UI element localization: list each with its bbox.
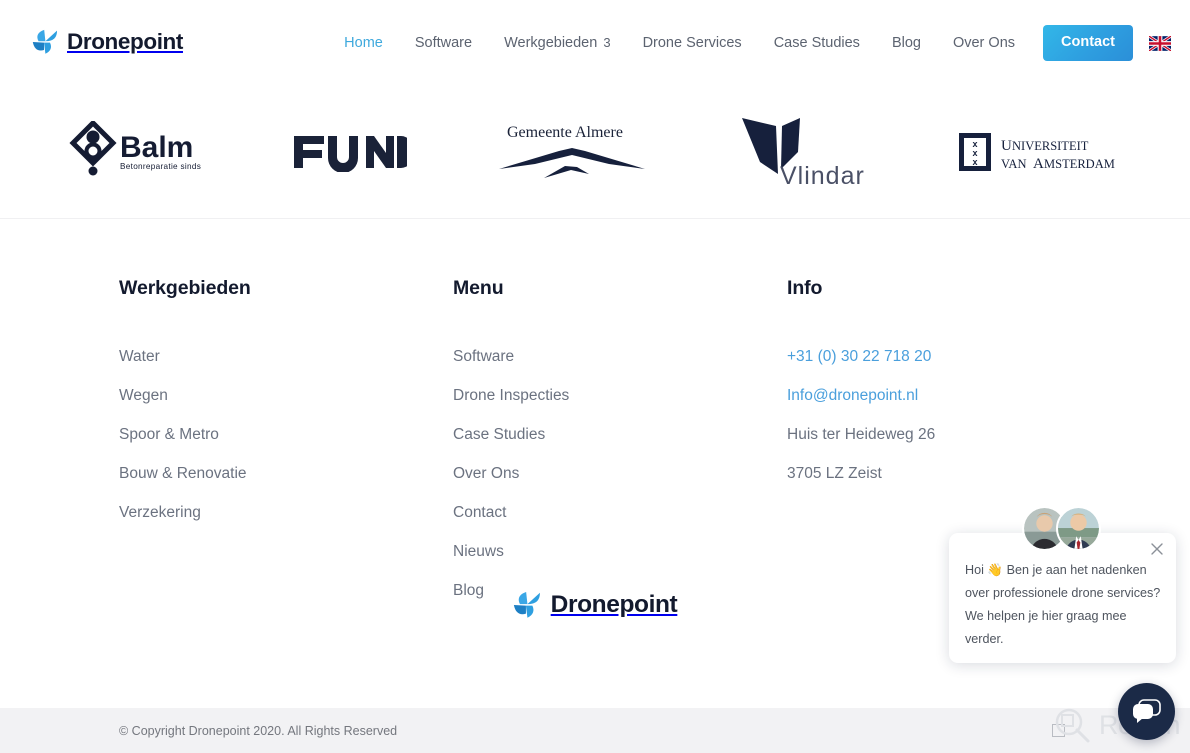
close-icon[interactable] [1147,539,1167,559]
uk-flag-icon[interactable] [1148,34,1172,52]
site-logo[interactable]: Dronepoint [32,29,183,55]
chat-agent-avatars [1022,506,1101,551]
nav-label: Home [344,35,383,51]
footer-link-nieuws[interactable]: Nieuws [453,542,504,563]
primary-nav: Home Software Werkgebieden 3 Drone Servic… [328,0,1175,86]
footer-link-contact[interactable]: Contact [453,503,506,524]
site-header: Dronepoint Home Software Werkgebieden 3 D… [0,0,1190,86]
bottom-bar: © Copyright Dronepoint 2020. All Rights … [0,708,1190,753]
svg-text:x: x [972,157,977,167]
svg-text:U: U [1001,138,1012,154]
list-item: Case Studies [453,425,787,446]
footer-link-bouw-renovatie[interactable]: Bouw & Renovatie [119,464,247,485]
svg-text:Gemeente Almere: Gemeente Almere [507,124,623,141]
agent-avatar-2 [1056,506,1101,551]
client-logo-gemeente-almere: Gemeente Almere [497,112,647,192]
list-item: Spoor & Metro [119,425,453,446]
list-item: +31 (0) 30 22 718 20 [787,347,1079,368]
contact-button[interactable]: Contact [1043,25,1133,61]
footer-column-title: Info [787,277,823,299]
footer-link-case-studies[interactable]: Case Studies [453,425,545,446]
nav-item-over-ons[interactable]: Over Ons [937,0,1031,86]
nav-item-blog[interactable]: Blog [876,0,937,86]
list-item: Info@dronepoint.nl [787,386,1079,407]
list-item: Verzekering [119,503,453,524]
nav-item-werkgebieden[interactable]: Werkgebieden 3 [488,0,626,86]
copyright-text: © Copyright Dronepoint 2020. All Rights … [119,723,398,738]
footer-phone-link[interactable]: +31 (0) 30 22 718 20 [787,347,931,368]
svg-text:NIVERSITEIT: NIVERSITEIT [1012,139,1089,153]
footer-link-list: Water Wegen Spoor & Metro Bouw & Renovat… [119,347,453,524]
nav-item-software[interactable]: Software [399,0,488,86]
nav-item-home[interactable]: Home [328,0,399,86]
client-logo-vlindar: Vlindar [736,112,868,192]
list-item: Contact [453,503,787,524]
list-item: Software [453,347,787,368]
chevron-down-icon: 3 [603,35,611,50]
svg-text:VAN: VAN [1001,157,1026,171]
footer-link-water[interactable]: Water [119,347,160,368]
footer-address-street: Huis ter Heideweg 26 [787,425,936,443]
footer-column-menu: Menu Software Drone Inspecties Case Stud… [453,277,787,601]
client-logo-uva: xxx U NIVERSITEIT VAN A MSTERDAM [957,112,1122,192]
svg-text:Balm: Balm [120,131,193,164]
svg-text:Vlindar: Vlindar [780,162,865,190]
nav-label: Case Studies [773,35,860,51]
footer-link-software[interactable]: Software [453,347,514,368]
logo-wordmark: Dronepoint [67,28,183,54]
list-item: Water [119,347,453,368]
footer-column-title: Werkgebieden [119,277,251,299]
footer-link-drone-inspecties[interactable]: Drone Inspecties [453,386,569,407]
chat-greeting-message: Hoi 👋 Ben je aan het nadenken over profe… [965,563,1161,646]
footer-column-werkgebieden: Werkgebieden Water Wegen Spoor & Metro B… [119,277,453,601]
svg-text:Betonreparatie sinds 1962: Betonreparatie sinds 1962 [120,162,203,171]
dronepoint-propeller-icon [513,591,540,618]
svg-text:MSTERDAM: MSTERDAM [1044,157,1115,171]
dronepoint-propeller-icon [32,29,57,54]
footer-logo-wordmark: Dronepoint [550,590,678,618]
nav-label: Software [414,35,473,51]
footer-column-title: Menu [453,277,504,299]
footer-link-verzekering[interactable]: Verzekering [119,503,201,524]
footer-link-list: Software Drone Inspecties Case Studies O… [453,347,787,601]
nav-label: Werkgebieden [504,35,598,51]
list-item: Wegen [119,386,453,407]
nav-label: Over Ons [952,35,1016,51]
nav-item-drone-services[interactable]: Drone Services [627,0,758,86]
list-item: Over Ons [453,464,787,485]
chat-bubble-icon[interactable] [1118,683,1175,740]
footer-link-over-ons[interactable]: Over Ons [453,464,519,485]
square-icon[interactable] [1052,724,1065,737]
svg-text:A: A [1033,156,1044,172]
list-item: 3705 LZ Zeist [787,464,1079,485]
footer-address-city: 3705 LZ Zeist [787,464,882,482]
nav-label: Blog [891,35,921,51]
page-root: Dronepoint Home Software Werkgebieden 3 D… [0,0,1190,753]
client-logo-row: Balm Betonreparatie sinds 1962 [60,112,1130,192]
footer-link-wegen[interactable]: Wegen [119,386,168,407]
client-logo-fund [292,112,408,192]
nav-item-case-studies[interactable]: Case Studies [758,0,876,86]
footer-link-spoor-metro[interactable]: Spoor & Metro [119,425,219,446]
footer-columns: Werkgebieden Water Wegen Spoor & Metro B… [119,277,1079,601]
client-logo-balm: Balm Betonreparatie sinds 1962 [68,112,203,192]
list-item: Bouw & Renovatie [119,464,453,485]
list-item: Nieuws [453,542,787,563]
client-logo-strip: Balm Betonreparatie sinds 1962 [0,86,1190,219]
footer-email-link[interactable]: Info@dronepoint.nl [787,386,918,407]
list-item: Huis ter Heideweg 26 [787,425,1079,446]
nav-label: Drone Services [642,35,742,51]
list-item: Drone Inspecties [453,386,787,407]
bottom-bar-icons [1052,724,1065,737]
footer-info-list: +31 (0) 30 22 718 20 Info@dronepoint.nl … [787,347,1079,485]
chat-greeting-card: Hoi 👋 Ben je aan het nadenken over profe… [949,533,1176,663]
